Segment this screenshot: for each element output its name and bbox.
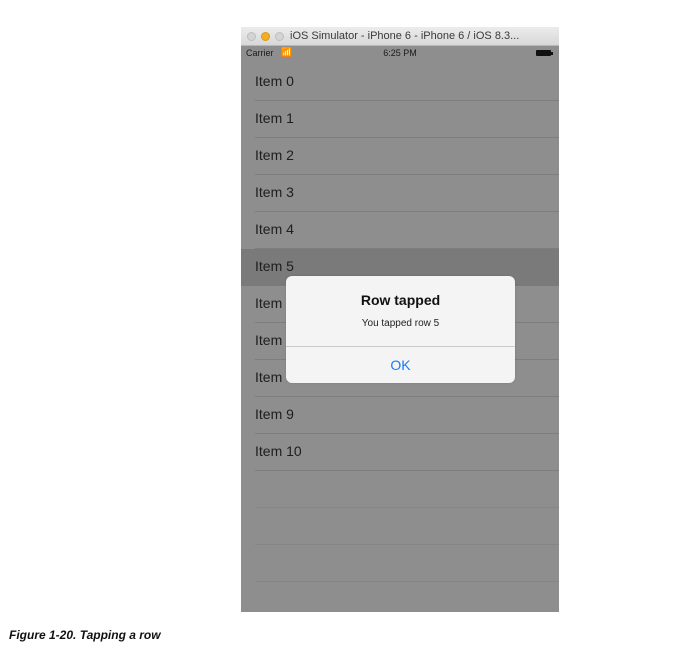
empty-table-row bbox=[255, 471, 559, 508]
table-row[interactable]: Item 4 bbox=[255, 212, 559, 249]
window-title: iOS Simulator - iPhone 6 - iPhone 6 / iO… bbox=[290, 30, 520, 42]
status-time: 6:25 PM bbox=[383, 48, 417, 58]
empty-table-row bbox=[255, 545, 559, 582]
row-label: Item 9 bbox=[255, 406, 294, 422]
row-label: Item 0 bbox=[255, 73, 294, 89]
alert-message: You tapped row 5 bbox=[361, 318, 440, 329]
row-label: Item 2 bbox=[255, 147, 294, 163]
row-label: Item 3 bbox=[255, 184, 294, 200]
table-row[interactable]: Item 0 bbox=[255, 64, 559, 101]
row-label: Item 10 bbox=[255, 443, 302, 459]
table-row[interactable]: Item 9 bbox=[255, 397, 559, 434]
close-button[interactable] bbox=[247, 32, 256, 41]
table-row[interactable]: Item 2 bbox=[255, 138, 559, 175]
ios-status-bar: Carrier 📶 6:25 PM bbox=[241, 46, 559, 60]
minimize-button[interactable] bbox=[261, 32, 270, 41]
ok-button[interactable]: OK bbox=[286, 347, 515, 383]
zoom-button[interactable] bbox=[275, 32, 284, 41]
table-row[interactable]: Item 10 bbox=[255, 434, 559, 471]
table-row[interactable]: Item 1 bbox=[255, 101, 559, 138]
alert-dialog: Row tapped You tapped row 5 OK bbox=[286, 276, 515, 383]
row-label: Item 5 bbox=[255, 258, 294, 274]
window-titlebar: iOS Simulator - iPhone 6 - iPhone 6 / iO… bbox=[241, 27, 559, 46]
row-label: Item 1 bbox=[255, 110, 294, 126]
figure-caption: Figure 1-20. Tapping a row bbox=[9, 628, 161, 642]
battery-icon bbox=[536, 50, 553, 56]
empty-table-row bbox=[255, 508, 559, 545]
table-row[interactable]: Item 3 bbox=[255, 175, 559, 212]
row-label: Item 4 bbox=[255, 221, 294, 237]
alert-title: Row tapped bbox=[360, 292, 441, 308]
